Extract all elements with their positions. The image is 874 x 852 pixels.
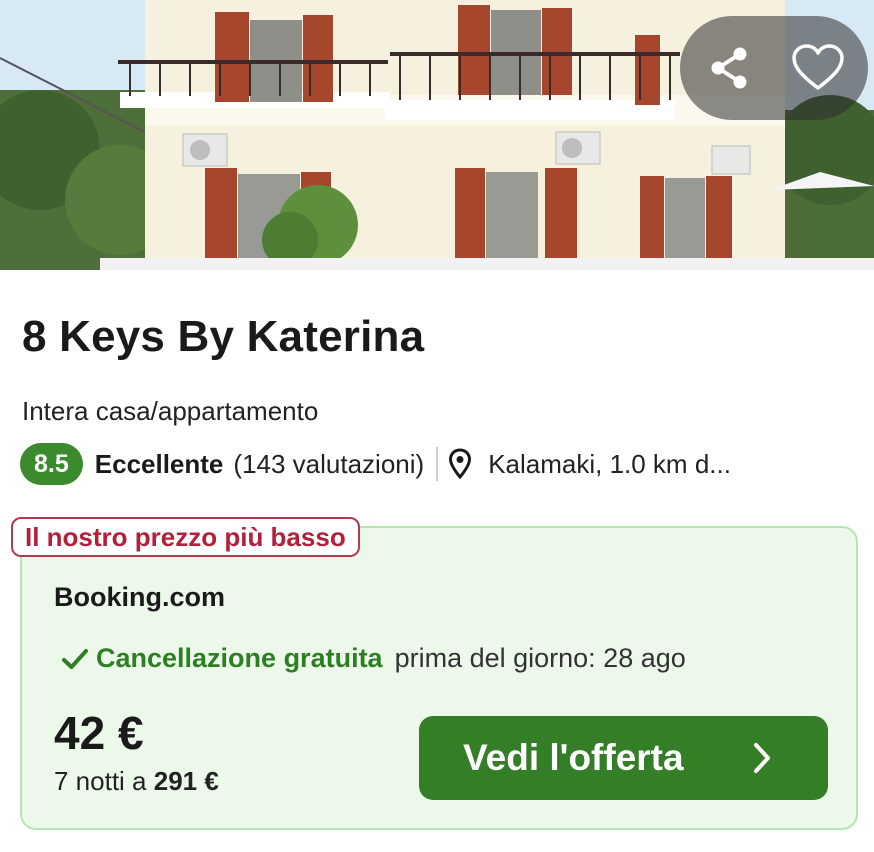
- property-type: Intera casa/appartamento: [22, 396, 319, 426]
- favorite-button[interactable]: [788, 38, 848, 98]
- divider: [436, 447, 439, 481]
- lowest-price-badge: Il nostro prezzo più basso: [11, 517, 360, 557]
- review-count[interactable]: (143 valutazioni): [233, 449, 424, 480]
- photo-actions: [680, 16, 868, 120]
- location-text[interactable]: Kalamaki, 1.0 km d...: [488, 449, 731, 480]
- total-price: 291 €: [153, 766, 219, 796]
- heart-icon: [792, 44, 844, 90]
- view-deal-button[interactable]: Vedi l'offerta: [419, 716, 828, 800]
- hotel-photo[interactable]: [0, 0, 874, 270]
- provider-name: Booking.com: [54, 582, 226, 612]
- view-deal-label: Vedi l'offerta: [463, 737, 684, 778]
- nightly-price: 42 €: [54, 707, 144, 759]
- cancellation-deadline: prima del giorno: 28 ago: [394, 643, 686, 673]
- rating-label: Eccellente: [94, 448, 224, 479]
- chevron-right-icon: [754, 743, 770, 773]
- nights-prefix: 7 notti a: [54, 766, 154, 796]
- share-button[interactable]: [700, 38, 760, 98]
- rating-row: 8.5 Eccellente (143 valutazioni) Kalamak…: [20, 442, 731, 486]
- map-pin-icon: [448, 447, 474, 481]
- free-cancellation-label: Cancellazione gratuita: [96, 643, 383, 673]
- rating-score-badge: 8.5: [20, 443, 83, 485]
- share-icon: [711, 47, 747, 89]
- hotel-title[interactable]: 8 Keys By Katerina: [22, 312, 424, 362]
- cancellation-info: Cancellazione gratuita prima del giorno:…: [62, 643, 686, 674]
- total-price-line: 7 notti a 291 €: [54, 766, 219, 797]
- check-icon: [62, 648, 88, 669]
